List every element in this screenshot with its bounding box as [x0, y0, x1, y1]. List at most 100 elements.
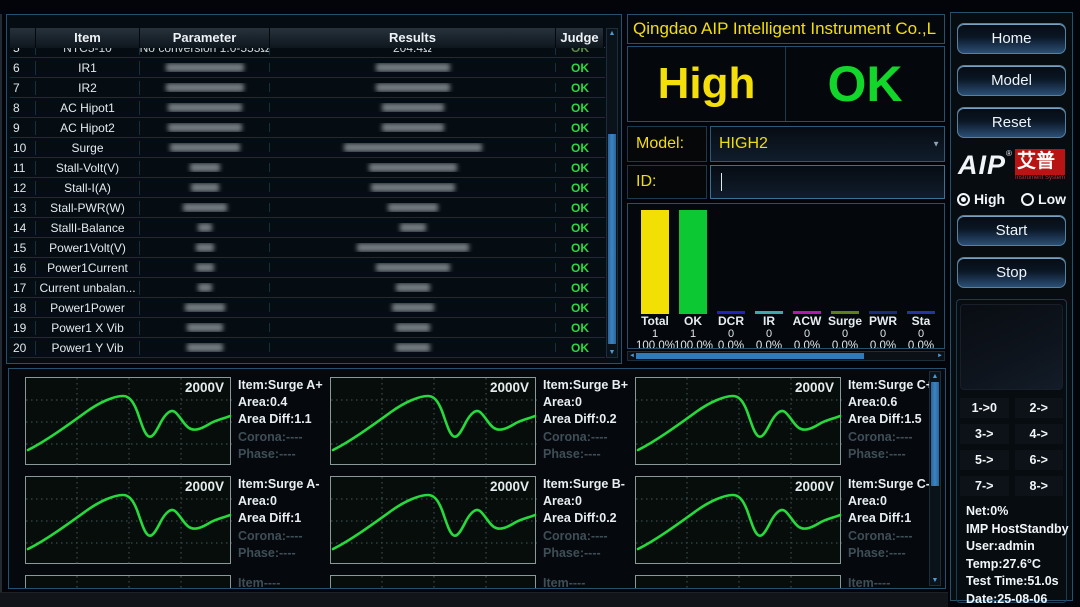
stat-column: PWR 0 0.0% [864, 210, 902, 348]
scroll-down-icon[interactable]: ▼ [930, 576, 940, 585]
waveform-svg [26, 576, 232, 589]
io-cell[interactable]: 8-> [1015, 476, 1064, 496]
grade-indicator: High [628, 47, 786, 121]
id-input[interactable] [710, 165, 945, 199]
table-row[interactable]: 8 AC Hipot1 OK [10, 98, 605, 118]
table-row[interactable]: 14 StallI-Balance OK [10, 218, 605, 238]
row-num: 11 [10, 161, 36, 175]
table-row[interactable]: 9 AC Hipot2 OK [10, 118, 605, 138]
table-scrollbar[interactable]: ▲ ▼ [606, 28, 618, 358]
reset-button[interactable]: Reset [957, 107, 1066, 138]
surge-chart-group[interactable]: 2000V Item:Surge A+ Area:0.4 Area Diff:1… [25, 377, 330, 466]
table-row[interactable]: 19 Power1 X Vib OK [10, 318, 605, 338]
row-num: 13 [10, 201, 36, 215]
table-row[interactable]: 11 Stall-Volt(V) OK [10, 158, 605, 178]
io-cell[interactable]: 3-> [960, 424, 1009, 444]
scroll-left-icon[interactable]: ◄ [629, 352, 635, 360]
redacted-parameter [183, 203, 227, 212]
surge-item-placeholder: Item---- [841, 575, 937, 589]
row-results: 204.4Ω [393, 48, 432, 55]
surge-chart-info: Item:Surge B+ Area:0 Area Diff:0.2 Coron… [536, 377, 632, 466]
surge-area-label: Area:0.4 [238, 394, 327, 411]
table-row[interactable]: 12 Stall-I(A) OK [10, 178, 605, 198]
io-cell[interactable]: 6-> [1015, 450, 1064, 470]
table-row[interactable]: 13 Stall-PWR(W) OK [10, 198, 605, 218]
io-cell[interactable]: 7-> [960, 476, 1009, 496]
voltage-label: 2000V [490, 479, 529, 494]
surge-waveform-chart: 2000V [635, 377, 841, 465]
surge-phase-label: Phase:---- [238, 545, 327, 562]
row-num: 14 [10, 221, 36, 235]
surge-waveform-chart: 2000V [330, 377, 536, 465]
stats-scrollbar[interactable]: ◄ ► [627, 351, 945, 361]
table-row[interactable]: 20 Power1 Y Vib OK [10, 338, 605, 358]
io-cell[interactable]: 1->0 [960, 398, 1009, 418]
table-row[interactable]: 6 IR1 OK [10, 58, 605, 78]
redacted-results [344, 143, 482, 152]
surge-chart-group[interactable]: 2000V Item:Surge C+ Area:0.6 Area Diff:1… [635, 377, 940, 466]
table-row[interactable]: 15 Power1Volt(V) OK [10, 238, 605, 258]
row-num: 6 [10, 61, 36, 75]
surge-chart-group-partial: Item---- [635, 575, 940, 589]
surge-chart-group[interactable]: 2000V Item:Surge C- Area:0 Area Diff:1 C… [635, 476, 940, 565]
surge-area-label: Area:0 [543, 394, 632, 411]
waveform-scrollbar-thumb[interactable] [931, 382, 939, 486]
scroll-up-icon[interactable]: ▲ [607, 29, 617, 38]
model-button[interactable]: Model [957, 65, 1066, 96]
table-row[interactable]: 16 Power1Current OK [10, 258, 605, 278]
scroll-up-icon[interactable]: ▲ [930, 372, 940, 381]
io-cell[interactable]: 2-> [1015, 398, 1064, 418]
header-panel: Qingdao AIP Intelligent Instrument Co.,L… [627, 14, 945, 364]
surge-areadiff-label: Area Diff:0.2 [543, 411, 632, 428]
scroll-right-icon[interactable]: ► [937, 352, 943, 360]
stat-percent: 0.0% [788, 340, 826, 349]
surge-chart-group[interactable]: 2000V Item:Surge A- Area:0 Area Diff:1 C… [25, 476, 330, 565]
redacted-results [371, 183, 455, 192]
row-item: Stall-Volt(V) [36, 161, 140, 175]
model-dropdown[interactable]: HIGH2 ▼ [710, 126, 945, 162]
table-row[interactable]: 7 IR2 OK [10, 78, 605, 98]
io-cell[interactable]: 5-> [960, 450, 1009, 470]
redacted-results [400, 223, 426, 232]
table-row[interactable]: 18 Power1Power OK [10, 298, 605, 318]
surge-areadiff-label: Area Diff:1.5 [848, 411, 937, 428]
redacted-results [376, 263, 450, 272]
stop-button[interactable]: Stop [957, 257, 1066, 288]
table-row[interactable]: 17 Current unbalan... OK [10, 278, 605, 298]
row-judge: OK [556, 281, 604, 295]
surge-chart-group-partial: Item---- [25, 575, 330, 589]
row-item: AC Hipot2 [36, 121, 140, 135]
waveform-scrollbar[interactable]: ▲ ▼ [929, 371, 941, 586]
surge-item-label: Item:Surge A- [238, 476, 327, 493]
scroll-down-icon[interactable]: ▼ [607, 348, 617, 357]
stat-column: Sta 0 0.0% [902, 210, 940, 348]
aip-logo-subtext: Instrument System [1015, 175, 1065, 182]
surge-chart-group[interactable]: 2000V Item:Surge B+ Area:0 Area Diff:0.2… [330, 377, 635, 466]
surge-chart-info: Item:Surge C- Area:0 Area Diff:1 Corona:… [841, 476, 937, 565]
radio-high[interactable]: High [957, 191, 1005, 207]
row-item: Power1 Y Vib [36, 341, 140, 355]
stat-label: Sta [902, 315, 940, 328]
surge-item-label: Item:Surge B+ [543, 377, 632, 394]
row-judge: OK [556, 161, 604, 175]
radio-low[interactable]: Low [1021, 191, 1066, 207]
table-row-partial[interactable]: 5 NTC5-10 No conversion 1.0-555Ω 204.4Ω … [10, 48, 605, 58]
col-header-num [10, 28, 36, 48]
radio-low-label: Low [1038, 191, 1066, 207]
surge-waveform-chart-partial [635, 575, 841, 589]
stat-label: IR [750, 315, 788, 328]
results-table-panel: Item Parameter Results Judge 5 NTC5-10 N… [6, 14, 622, 364]
status-line: Test Time:51.0s [966, 573, 1063, 591]
table-row[interactable]: 10 Surge OK [10, 138, 605, 158]
table-scrollbar-thumb[interactable] [608, 134, 616, 344]
surge-chart-group[interactable]: 2000V Item:Surge B- Area:0 Area Diff:0.2… [330, 476, 635, 565]
start-button[interactable]: Start [957, 215, 1066, 246]
io-cell[interactable]: 4-> [1015, 424, 1064, 444]
stat-bar [679, 210, 707, 314]
chevron-down-icon[interactable]: ▼ [932, 140, 940, 149]
stats-scrollbar-thumb[interactable] [636, 353, 864, 359]
home-button[interactable]: Home [957, 23, 1066, 54]
table-header-row: Item Parameter Results Judge [10, 28, 605, 48]
redacted-parameter [166, 83, 244, 92]
row-item: IR1 [36, 61, 140, 75]
